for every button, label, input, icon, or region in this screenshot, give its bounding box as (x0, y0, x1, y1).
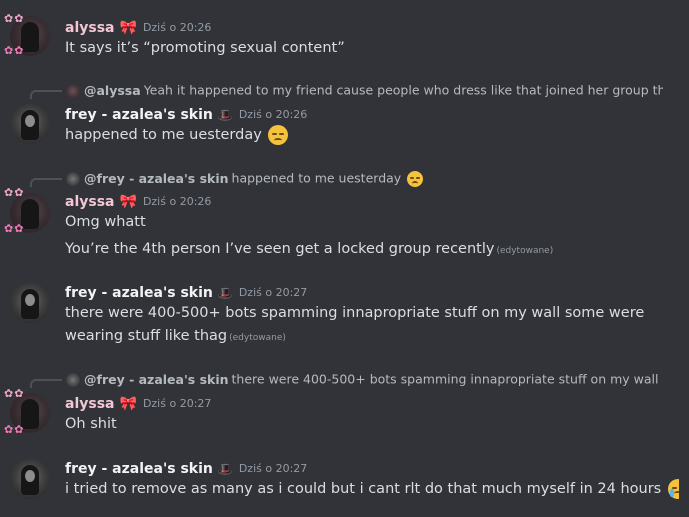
message-text-content: wearing stuff like thag (65, 328, 228, 344)
message-text: Oh shit (65, 416, 117, 432)
message-text: there were 400-500+ bots spamming innapr… (65, 305, 645, 321)
reply-connector (30, 379, 62, 388)
reply-author[interactable]: @frey - azalea's skin (84, 372, 229, 387)
hat-icon: 🎩 (217, 107, 233, 122)
message-text: It says it’s “promoting sexual content” (65, 40, 345, 56)
pensive-face-emoji (407, 170, 424, 187)
avatar-decoration-bottom: ✿✿ (4, 222, 25, 235)
avatar-face (25, 470, 35, 482)
message-header: frey - azalea's skin 🎩 Dziś o 20:27 (65, 458, 307, 478)
timestamp: Dziś o 20:27 (142, 397, 212, 410)
reply-text: Yeah it happened to my friend cause peop… (143, 82, 663, 98)
timestamp: Dziś o 20:26 (142, 195, 212, 208)
bow-icon: 🎀 (119, 19, 137, 36)
timestamp: Dziś o 20:27 (238, 286, 308, 299)
reply-text: there were 400-500+ bots spamming innapr… (231, 371, 663, 387)
avatar-decoration-top: ✿✿ (4, 387, 25, 400)
message-text-content: happened to me uesterday (65, 127, 262, 143)
reply-avatar (66, 83, 80, 98)
avatar[interactable] (10, 104, 50, 144)
avatar-decoration-bottom: ✿✿ (4, 44, 25, 57)
timestamp: Dziś o 20:27 (238, 462, 308, 475)
reply-connector (30, 90, 62, 99)
reply-avatar (66, 171, 80, 186)
avatar[interactable] (10, 283, 50, 323)
username[interactable]: alyssa (65, 194, 115, 210)
edited-label: (edytowane) (229, 333, 286, 343)
timestamp: Dziś o 20:26 (238, 108, 308, 121)
message-text: wearing stuff like thag (edytowane) (65, 325, 679, 349)
avatar-decoration-top: ✿✿ (4, 12, 25, 25)
reply-author[interactable]: @frey - azalea's skin (84, 171, 229, 186)
message-header: frey - azalea's skin 🎩 Dziś o 20:27 (65, 282, 307, 302)
avatar-face (25, 115, 35, 127)
message-header: alyssa 🎀 Dziś o 20:26 (65, 191, 211, 211)
pensive-face-emoji (268, 125, 289, 145)
timestamp: Dziś o 20:26 (142, 21, 212, 34)
message-text: Omg whatt (65, 214, 146, 230)
message-header: frey - azalea's skin 🎩 Dziś o 20:26 (65, 104, 307, 124)
avatar[interactable] (10, 459, 50, 499)
reply-connector (30, 178, 62, 187)
username[interactable]: frey - azalea's skin (65, 461, 213, 477)
message-text-content: You’re the 4th person I’ve seen get a lo… (65, 241, 495, 257)
avatar-decoration-bottom: ✿✿ (4, 423, 25, 436)
username[interactable]: alyssa (65, 396, 115, 412)
hat-icon: 🎩 (217, 285, 233, 300)
reply-preview[interactable]: @frey - azalea's skin happened to me uest… (30, 169, 663, 187)
edited-label: (edytowane) (496, 246, 554, 256)
reply-preview[interactable]: @frey - azalea's skin there were 400-500+… (30, 370, 663, 388)
avatar-face (25, 294, 35, 306)
message-text-content: i tried to remove as many as i could but… (65, 481, 662, 497)
username[interactable]: frey - azalea's skin (65, 107, 213, 123)
message-text: happened to me uesterday (65, 124, 679, 146)
hat-icon: 🎩 (217, 461, 233, 476)
username[interactable]: frey - azalea's skin (65, 285, 213, 301)
bow-icon: 🎀 (119, 193, 137, 210)
loudly-crying-face-emoji (667, 479, 679, 499)
reply-content: @alyssa Yeah it happened to my friend cau… (66, 81, 663, 99)
bow-icon: 🎀 (119, 395, 137, 412)
reply-text: happened to me uesterday (231, 170, 402, 186)
reply-content: @frey - azalea's skin happened to me uest… (66, 169, 663, 187)
reply-preview[interactable]: @alyssa Yeah it happened to my friend cau… (30, 81, 663, 99)
message-text: You’re the 4th person I’ve seen get a lo… (65, 238, 679, 262)
reply-author[interactable]: @alyssa (84, 83, 141, 98)
message-text: i tried to remove as many as i could but… (65, 478, 679, 500)
reply-content: @frey - azalea's skin there were 400-500+… (66, 370, 663, 388)
message-header: alyssa 🎀 Dziś o 20:26 (65, 17, 211, 37)
username[interactable]: alyssa (65, 20, 115, 36)
avatar-decoration-top: ✿✿ (4, 186, 25, 199)
message-header: alyssa 🎀 Dziś o 20:27 (65, 393, 211, 413)
reply-avatar (66, 372, 80, 387)
